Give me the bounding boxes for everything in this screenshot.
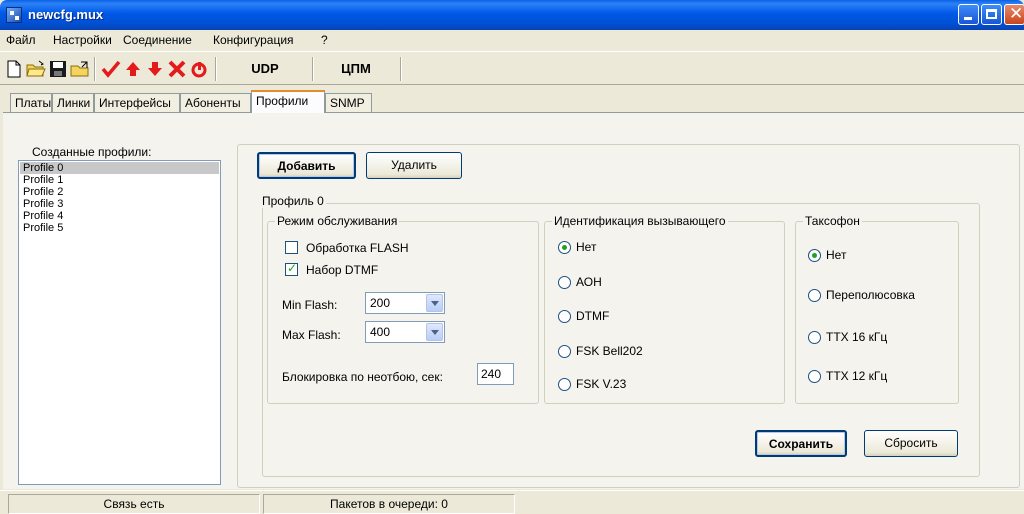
close-icon: ✕ [1009,4,1024,23]
radio-selected-dot [562,245,567,250]
payphone-reversal-radio[interactable] [808,289,821,302]
toolbar-separator [400,57,402,81]
check-icon[interactable] [100,58,122,80]
maximize-button[interactable] [981,4,1002,25]
maximize-icon [986,9,997,19]
list-item[interactable]: Profile 2 [20,186,219,198]
cpm-button[interactable]: ЦПМ [318,61,394,76]
max-flash-label: Max Flash: [282,328,341,342]
tab-links[interactable]: Линки [52,93,94,113]
checkmark-icon: ✓ [287,261,298,275]
payphone-16khz-radio[interactable] [808,331,821,344]
new-file-icon[interactable] [3,58,25,80]
payphone-none-label: Нет [826,248,847,262]
caller-id-title: Идентификация вызывающего [552,214,728,228]
caller-id-dtmf-radio[interactable] [558,310,571,323]
caller-id-bell202-label: FSK Bell202 [576,344,643,358]
payphone-12khz-radio[interactable] [808,370,821,383]
menu-file[interactable]: Файл [6,33,36,47]
profiles-list-label: Созданные профили: [32,145,152,159]
app-window: newcfg.mux ✕ Файл Настройки Соединение К… [0,0,1024,514]
list-item[interactable]: Profile 0 [20,162,219,174]
minimize-button[interactable] [958,4,979,25]
save-button[interactable]: Сохранить [755,430,847,457]
caller-id-none-label: Нет [576,240,597,254]
delete-button[interactable]: Удалить [366,152,462,179]
caller-id-bell202-radio[interactable] [558,345,571,358]
menu-connection[interactable]: Соединение [123,33,192,47]
service-mode-title: Режим обслуживания [275,214,400,228]
dtmf-label: Набор DTMF [306,263,379,277]
window-title: newcfg.mux [28,7,104,22]
menu-help[interactable]: ? [321,33,328,47]
connection-status: Связь есть [8,494,260,514]
list-item[interactable]: Profile 5 [20,222,219,234]
payphone-16khz-label: ТТХ 16 кГц [826,330,888,344]
open-file-icon[interactable] [69,58,91,80]
flash-checkbox[interactable] [285,241,298,254]
minimize-icon [964,17,972,20]
title-bar[interactable]: newcfg.mux ✕ [0,0,1024,30]
payphone-12khz-label: ТТХ 12 кГц [826,369,888,383]
payphone-none-radio[interactable] [808,249,821,262]
chevron-down-icon[interactable] [426,294,443,312]
menu-bar: Файл Настройки Соединение Конфигурация ? [0,30,1024,50]
tab-boards[interactable]: Платы [10,93,52,113]
reset-button[interactable]: Сбросить [864,430,958,457]
app-icon [6,7,22,23]
toolbar: UDP ЦПМ [0,51,1024,85]
min-flash-select[interactable]: 200 [365,292,445,314]
menu-configuration[interactable]: Конфигурация [213,33,294,47]
max-flash-value: 400 [370,325,391,339]
tab-interfaces[interactable]: Интерфейсы [94,93,180,113]
tab-bar: Платы Линки Интерфейсы Абоненты Профили … [0,88,1024,113]
min-flash-label: Min Flash: [282,298,338,312]
caller-id-v23-radio[interactable] [558,378,571,391]
max-flash-select[interactable]: 400 [365,321,445,343]
tab-subscribers[interactable]: Абоненты [180,93,251,113]
tab-profiles[interactable]: Профили [251,90,325,113]
caller-id-aon-radio[interactable] [558,276,571,289]
queue-status: Пакетов в очереди: 0 [263,494,515,514]
caller-id-dtmf-label: DTMF [576,309,610,323]
toolbar-separator [215,57,217,81]
open-folder-icon[interactable] [25,58,47,80]
list-item[interactable]: Profile 3 [20,198,219,210]
close-button[interactable]: ✕ [1004,4,1024,25]
arrow-up-icon[interactable] [122,58,144,80]
payphone-title: Таксофон [803,214,862,228]
flash-label: Обработка FLASH [306,241,409,255]
caller-id-none-radio[interactable] [558,241,571,254]
tab-snmp[interactable]: SNMP [325,93,372,113]
udp-button[interactable]: UDP [227,61,303,76]
arrow-down-icon[interactable] [144,58,166,80]
chevron-down-icon[interactable] [426,323,443,341]
delete-icon[interactable] [166,58,188,80]
caller-id-aon-label: АОН [576,275,602,289]
list-item[interactable]: Profile 4 [20,210,219,222]
save-icon[interactable] [47,58,69,80]
payphone-reversal-label: Переполюсовка [826,288,915,302]
add-button[interactable]: Добавить [257,152,356,179]
profiles-listbox[interactable]: Profile 0 Profile 1 Profile 2 Profile 3 … [18,160,221,485]
radio-selected-dot [812,253,817,258]
status-bar: Связь есть Пакетов в очереди: 0 [0,490,1024,514]
caller-id-v23-label: FSK V.23 [576,377,627,391]
block-input[interactable]: 240 [477,363,514,385]
toolbar-separator [94,57,96,81]
min-flash-value: 200 [370,296,391,310]
menu-settings[interactable]: Настройки [53,33,112,47]
block-label: Блокировка по неотбою, сек: [282,370,443,384]
reload-icon[interactable] [188,58,210,80]
profile-group-title: Профиль 0 [260,194,326,208]
list-item[interactable]: Profile 1 [20,174,219,186]
dtmf-checkbox[interactable]: ✓ [285,261,298,276]
toolbar-separator [312,57,314,81]
